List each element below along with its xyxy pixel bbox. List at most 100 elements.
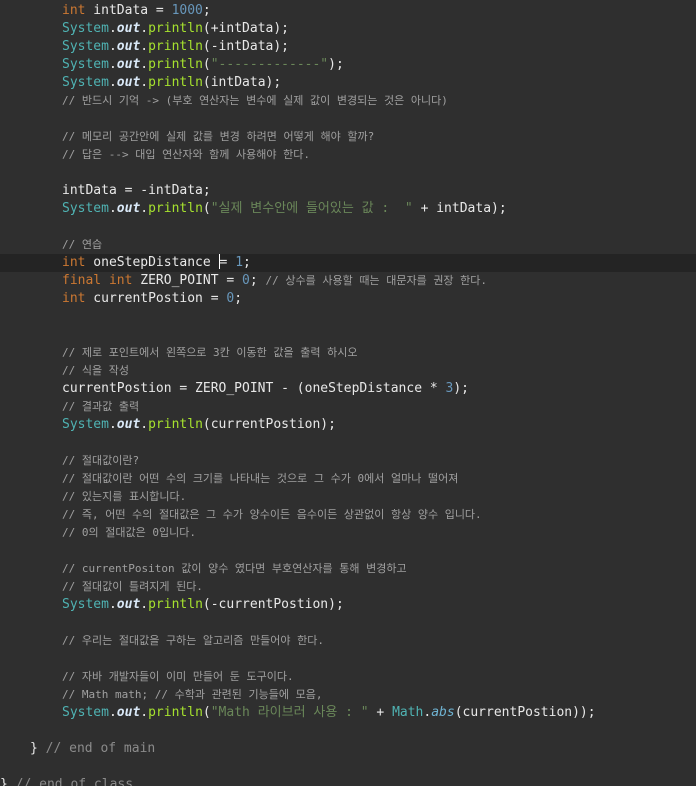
- code-line[interactable]: // 반드시 기억 -> (부호 연산자는 변수에 실제 값이 변경되는 것은 …: [0, 92, 696, 110]
- code-token: 1: [235, 255, 244, 270]
- code-line[interactable]: [0, 758, 696, 776]
- code-line[interactable]: // currentPositon 값이 양수 였다면 부호연산자를 통해 변경…: [0, 560, 696, 578]
- code-token: (-currentPostion);: [202, 597, 344, 612]
- code-line[interactable]: } // end of class: [0, 776, 696, 786]
- code-token: Math: [392, 705, 424, 720]
- code-token: System: [62, 75, 109, 90]
- code-token: .: [140, 201, 149, 216]
- code-token: println: [148, 21, 203, 36]
- code-line[interactable]: // 우리는 절대값을 구하는 알고리즘 만들어야 한다.: [0, 632, 696, 650]
- code-line[interactable]: // 절대값이 틀려지게 된다.: [0, 578, 696, 596]
- code-token: =: [219, 255, 236, 270]
- code-token: final: [62, 273, 102, 288]
- code-token: // 결과값 출력: [62, 400, 140, 413]
- code-line[interactable]: System.out.println(currentPostion);: [0, 416, 696, 434]
- code-token: );: [328, 57, 344, 72]
- code-token: .: [140, 705, 149, 720]
- code-token: .: [140, 57, 149, 72]
- code-token: // 메모리 공간안에 실제 값를 변경 하려면 어떻게 해야 할까?: [62, 130, 375, 143]
- code-line[interactable]: // Math math; // 수학과 관련된 기능들에 모음,: [0, 686, 696, 704]
- code-line[interactable]: // 제로 포인트에서 왼쪽으로 3칸 이동한 값을 출력 하시오: [0, 344, 696, 362]
- code-line[interactable]: System.out.println("-------------");: [0, 56, 696, 74]
- code-token: intData = -intData;: [62, 183, 211, 198]
- code-line[interactable]: // 있는지를 표시합니다.: [0, 488, 696, 506]
- code-token: (: [202, 201, 211, 216]
- code-token: "-------------": [210, 57, 329, 72]
- code-line[interactable]: System.out.println(-currentPostion);: [0, 596, 696, 614]
- code-line[interactable]: [0, 542, 696, 560]
- code-token: ;: [202, 3, 211, 18]
- code-token: // 상수를 사용할 때는 대문자를 권장 한다.: [265, 274, 488, 287]
- code-line[interactable]: // 메모리 공간안에 실제 값를 변경 하려면 어떻게 해야 할까?: [0, 128, 696, 146]
- code-token: .: [140, 75, 149, 90]
- code-line[interactable]: // 0의 절대값은 0입니다.: [0, 524, 696, 542]
- code-token: int: [62, 3, 86, 18]
- code-line[interactable]: // 연습: [0, 236, 696, 254]
- code-line[interactable]: System.out.println("Math 라이브러 사용 : " + M…: [0, 704, 696, 722]
- code-line[interactable]: // 절대값이란 어떤 수의 크기를 나타내는 것으로 그 수가 0에서 얼마나…: [0, 470, 696, 488]
- code-line[interactable]: } // end of main: [0, 740, 696, 758]
- code-token: out: [116, 75, 141, 90]
- code-token: intData =: [85, 3, 172, 18]
- code-line[interactable]: // 자바 개발자들이 이미 만들어 둔 도구이다.: [0, 668, 696, 686]
- code-line[interactable]: currentPostion = ZERO_POINT - (oneStepDi…: [0, 380, 696, 398]
- code-line[interactable]: final int ZERO_POINT = 0; // 상수를 사용할 때는 …: [0, 272, 696, 290]
- code-token: // 연습: [62, 238, 103, 251]
- code-token: .: [108, 417, 117, 432]
- code-token: }: [30, 741, 46, 756]
- code-token: System: [62, 21, 109, 36]
- code-token: currentPostion = ZERO_POINT - (oneStepDi…: [62, 381, 446, 396]
- code-token: oneStepDistance: [85, 255, 219, 270]
- code-token: out: [116, 57, 141, 72]
- code-token: out: [116, 201, 141, 216]
- code-token: println: [148, 201, 203, 216]
- code-token: 0: [242, 273, 250, 288]
- code-token: );: [453, 381, 469, 396]
- code-token: int: [62, 291, 86, 306]
- code-token: .: [140, 21, 149, 36]
- code-line[interactable]: // 결과값 출력: [0, 398, 696, 416]
- code-line[interactable]: [0, 308, 696, 326]
- code-token: }: [0, 777, 16, 786]
- code-line[interactable]: // 식을 작성: [0, 362, 696, 380]
- code-token: // 우리는 절대값을 구하는 알고리즘 만들어야 한다.: [62, 634, 325, 647]
- code-token: (: [202, 57, 211, 72]
- code-token: // 0의 절대값은 0입니다.: [62, 526, 196, 539]
- code-line[interactable]: System.out.println("실제 변수안에 들어있는 값 : " +…: [0, 200, 696, 218]
- code-token: .: [108, 597, 117, 612]
- code-line[interactable]: [0, 614, 696, 632]
- code-line[interactable]: [0, 434, 696, 452]
- code-line[interactable]: [0, 110, 696, 128]
- code-line[interactable]: System.out.println(intData);: [0, 74, 696, 92]
- code-token: println: [148, 597, 203, 612]
- code-editor[interactable]: int intData = 1000; System.out.println(+i…: [0, 0, 696, 786]
- code-line[interactable]: [0, 326, 696, 344]
- code-token: int: [62, 255, 86, 270]
- code-line[interactable]: [0, 218, 696, 236]
- code-token: (+intData);: [202, 21, 289, 36]
- code-token: (: [202, 705, 211, 720]
- code-token: System: [62, 201, 109, 216]
- code-token: .: [108, 39, 117, 54]
- code-line[interactable]: intData = -intData;: [0, 182, 696, 200]
- code-line[interactable]: [0, 164, 696, 182]
- code-token: + intData);: [412, 201, 507, 216]
- code-token: // 즉, 어떤 수의 절대값은 그 수가 양수이든 음수이든 상관없이 항상 …: [62, 508, 482, 521]
- code-line[interactable]: // 즉, 어떤 수의 절대값은 그 수가 양수이든 음수이든 상관없이 항상 …: [0, 506, 696, 524]
- code-line[interactable]: System.out.println(+intData);: [0, 20, 696, 38]
- code-token: // Math math; // 수학과 관련된 기능들에 모음,: [62, 688, 323, 701]
- code-line[interactable]: [0, 722, 696, 740]
- code-line[interactable]: int intData = 1000;: [0, 2, 696, 20]
- code-token: // currentPositon 값이 양수 였다면 부호연산자를 통해 변경…: [62, 562, 407, 575]
- code-line[interactable]: System.out.println(-intData);: [0, 38, 696, 56]
- code-token: println: [148, 417, 203, 432]
- code-token: out: [116, 705, 141, 720]
- code-line-current[interactable]: int oneStepDistance = 1;: [0, 254, 696, 272]
- code-token: "Math 라이브러 사용 : ": [210, 705, 369, 720]
- code-token: // 절대값이란 어떤 수의 크기를 나타내는 것으로 그 수가 0에서 얼마나…: [62, 472, 459, 485]
- code-line[interactable]: // 절대값이란?: [0, 452, 696, 470]
- code-line[interactable]: int currentPostion = 0;: [0, 290, 696, 308]
- code-line[interactable]: [0, 650, 696, 668]
- code-line[interactable]: // 답은 --> 대입 연산자와 함께 사용해야 한다.: [0, 146, 696, 164]
